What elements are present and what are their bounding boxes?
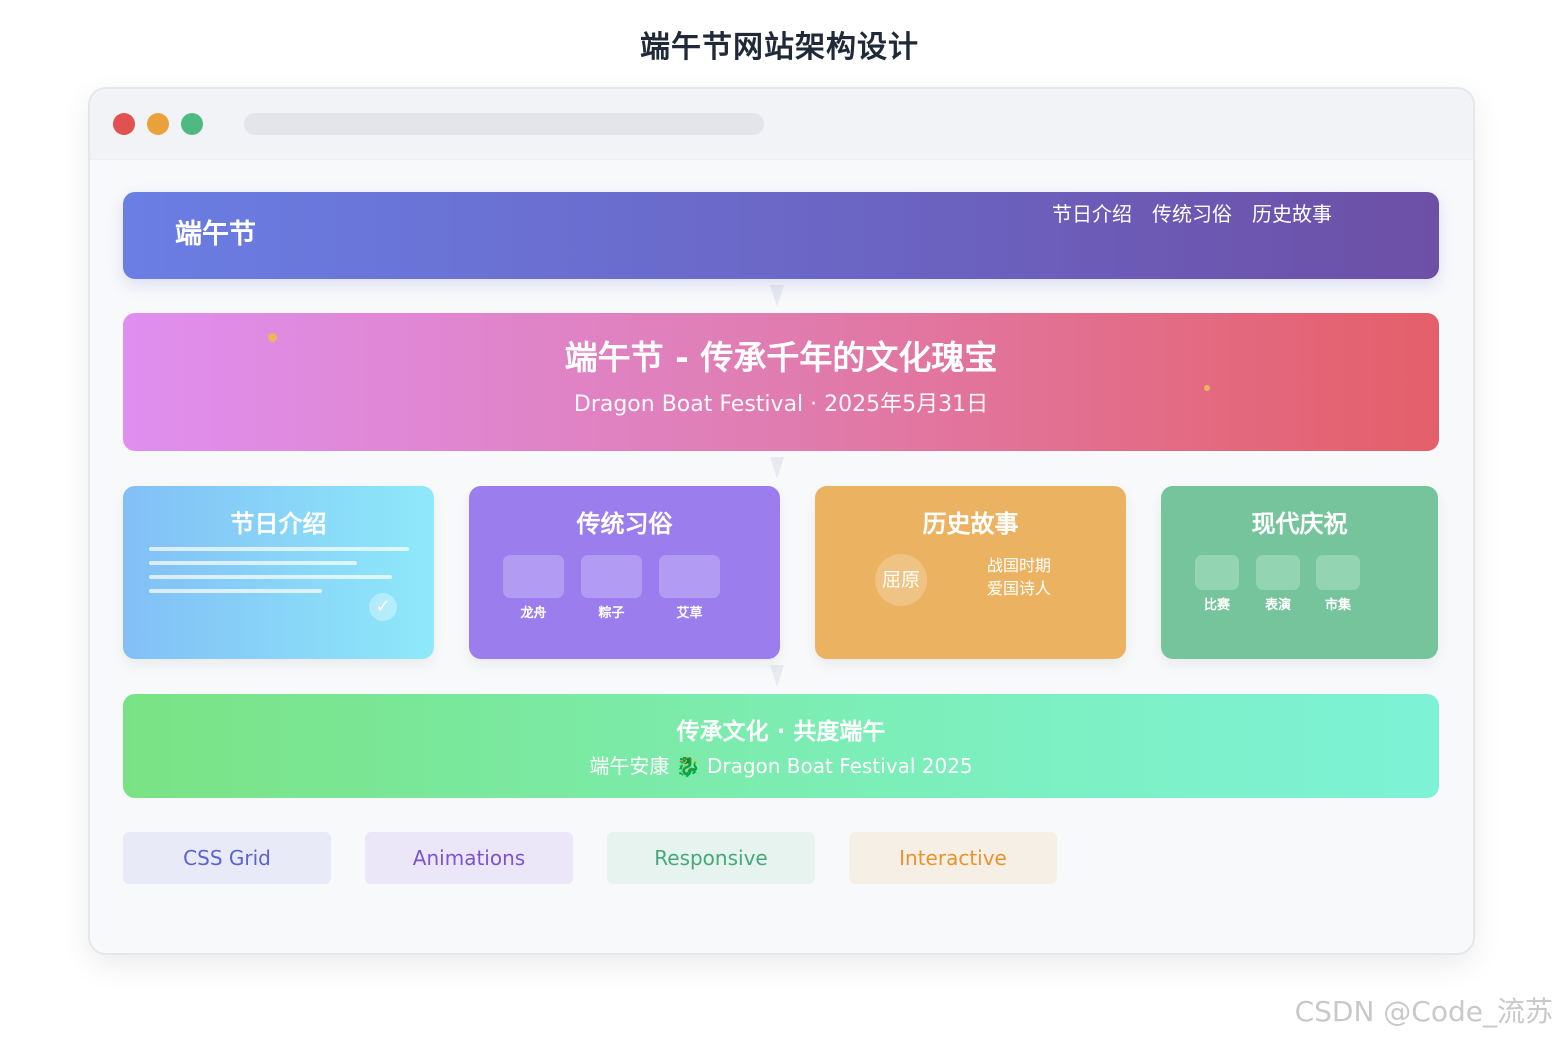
site-logo[interactable]: 端午节 [175,212,256,251]
modern-tile [1316,555,1360,590]
custom-tile [503,555,564,598]
tag-interactive: Interactive [849,832,1057,884]
card-title: 现代庆祝 [1251,510,1348,538]
card-title: 传统习俗 [576,510,673,538]
tag-responsive: Responsive [607,832,815,884]
modern-tile [1195,555,1239,590]
hero-title: 端午节 - 传承千年的文化瑰宝 [564,338,998,377]
connector-arrow [770,285,784,307]
card-intro[interactable]: 节日介绍 ✓ [123,486,434,659]
card-title: 历史故事 [922,510,1019,538]
modern-label-market: 市集 [1324,598,1351,613]
watermark: CSDN @Code_流苏 [1294,995,1553,1028]
maximize-dot[interactable] [181,113,203,135]
modern-label-show: 表演 [1264,598,1291,613]
text-line [149,561,357,565]
address-bar[interactable] [244,113,764,135]
check-icon: ✓ [369,593,397,621]
text-line [149,575,392,579]
card-history[interactable]: 历史故事 屈原 战国时期 爱国诗人 [815,486,1126,659]
history-desc-line: 战国时期 [987,556,1052,575]
footer-banner: 传承文化 · 共度端午 端午安康 🐉 Dragon Boat Festival … [123,694,1439,798]
custom-tile [659,555,720,598]
tag-css-grid: CSS Grid [123,832,331,884]
text-line [149,589,322,593]
hero-banner: 端午节 - 传承千年的文化瑰宝 Dragon Boat Festival · 2… [123,313,1439,451]
connector-arrow [770,665,784,687]
nav-link-history[interactable]: 历史故事 [1252,198,1332,227]
minimize-dot[interactable] [147,113,169,135]
page-title: 端午节网站架构设计 [640,30,919,65]
nav-link-customs[interactable]: 传统习俗 [1152,198,1232,227]
footer-subtitle: 端午安康 🐉 Dragon Boat Festival 2025 [589,754,973,778]
modern-label-race: 比赛 [1203,598,1230,613]
tag-animations: Animations [365,832,573,884]
nav-link-intro[interactable]: 节日介绍 [1052,198,1132,227]
custom-label-mugwort: 艾草 [676,606,703,621]
hero-subtitle: Dragon Boat Festival · 2025年5月31日 [573,392,989,417]
text-line [149,547,409,551]
qu-yuan-badge: 屈原 [875,554,927,606]
modern-tile [1256,555,1300,590]
history-description: 战国时期 爱国诗人 [987,554,1051,600]
card-modern[interactable]: 现代庆祝 比赛 表演 市集 [1161,486,1438,659]
card-title: 节日介绍 [230,510,327,538]
connector-arrow [770,457,784,479]
history-desc-line: 爱国诗人 [987,579,1052,598]
custom-label-dragon-boat: 龙舟 [520,606,547,621]
site-header: 端午节 节日介绍 传统习俗 历史故事 [123,192,1439,279]
custom-label-zongzi: 粽子 [598,606,625,621]
browser-window: 端午节 节日介绍 传统习俗 历史故事 端午节 - 传承千年的文化瑰宝 Drago… [88,87,1475,955]
footer-title: 传承文化 · 共度端午 [676,719,886,745]
custom-tile [581,555,642,598]
browser-toolbar [90,89,1473,160]
main-nav: 节日介绍 传统习俗 历史故事 [1052,198,1332,227]
close-dot[interactable] [113,113,135,135]
card-customs[interactable]: 传统习俗 龙舟 粽子 艾草 [469,486,780,659]
